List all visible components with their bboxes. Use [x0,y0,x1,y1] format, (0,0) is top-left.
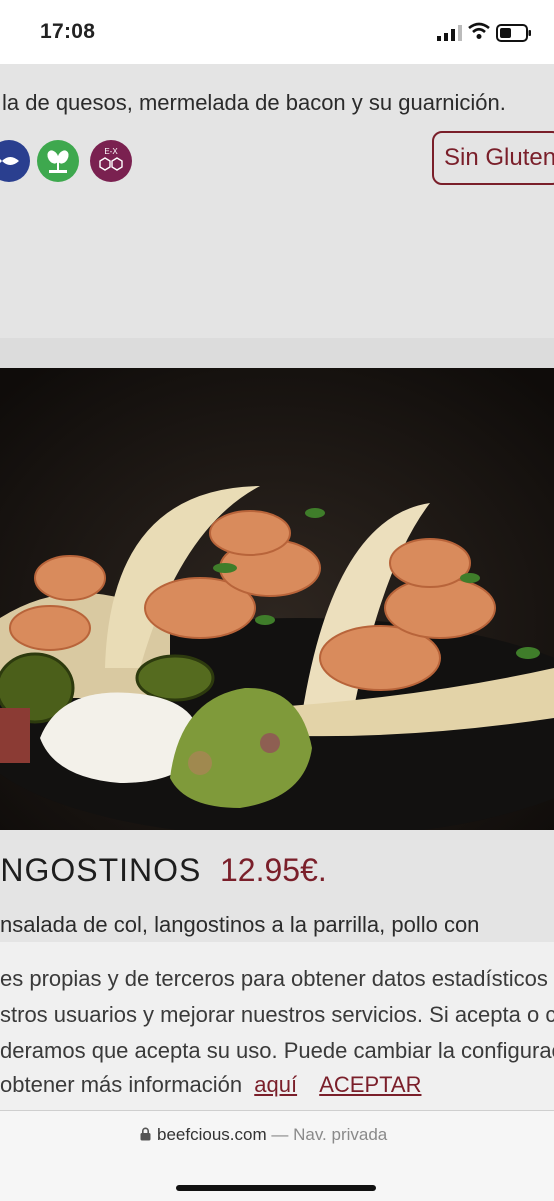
cookie-text-line: stros usuarios y mejorar nuestros servic… [0,1002,554,1027]
sin-gluten-badge[interactable]: Sin Gluten [432,131,554,185]
battery-icon [496,24,531,42]
dish-title: ANGOSTINOS [0,852,202,888]
cookie-text-line: deramos que acepta su uso. Puede cambiar… [0,1038,554,1063]
dish-price: 12.95€. [220,852,327,888]
section-divider [0,338,554,368]
url-domain: beefcious.com [157,1125,267,1144]
cellular-signal-icon [437,25,462,41]
status-bar: 17:08 [0,0,554,64]
vegetable-icon [37,140,79,182]
fish-icon [0,140,30,182]
cookie-text-line: es propias y de terceros para obtener da… [0,966,554,991]
ex-allergen-icon: E-X [90,140,132,182]
status-time: 17:08 [40,20,96,43]
cookie-text-more: obtener más información [0,1072,243,1097]
cookie-info-link[interactable]: aquí [254,1072,297,1097]
wifi-icon [468,22,490,39]
cookie-text-line: obtener más información aquí ACEPTAR [0,1072,421,1098]
url-display[interactable]: beefcious.com — Nav. privada [140,1125,387,1145]
lock-icon [140,1127,151,1141]
dish-description: la de quesos, mermelada de bacon y su gu… [2,90,506,115]
accept-cookies-button[interactable]: ACEPTAR [319,1072,421,1097]
private-mode-label: — Nav. privada [271,1125,388,1144]
home-indicator[interactable] [176,1185,376,1191]
ex-allergen-label: E-X [104,147,118,156]
shrimp-taco-photo [0,368,554,830]
cookie-banner: es propias y de terceros para obtener da… [0,942,554,1110]
browser-address-bar[interactable]: beefcious.com — Nav. privada [0,1110,554,1201]
dish-description: nsalada de col, langostinos a la parrill… [0,912,480,937]
